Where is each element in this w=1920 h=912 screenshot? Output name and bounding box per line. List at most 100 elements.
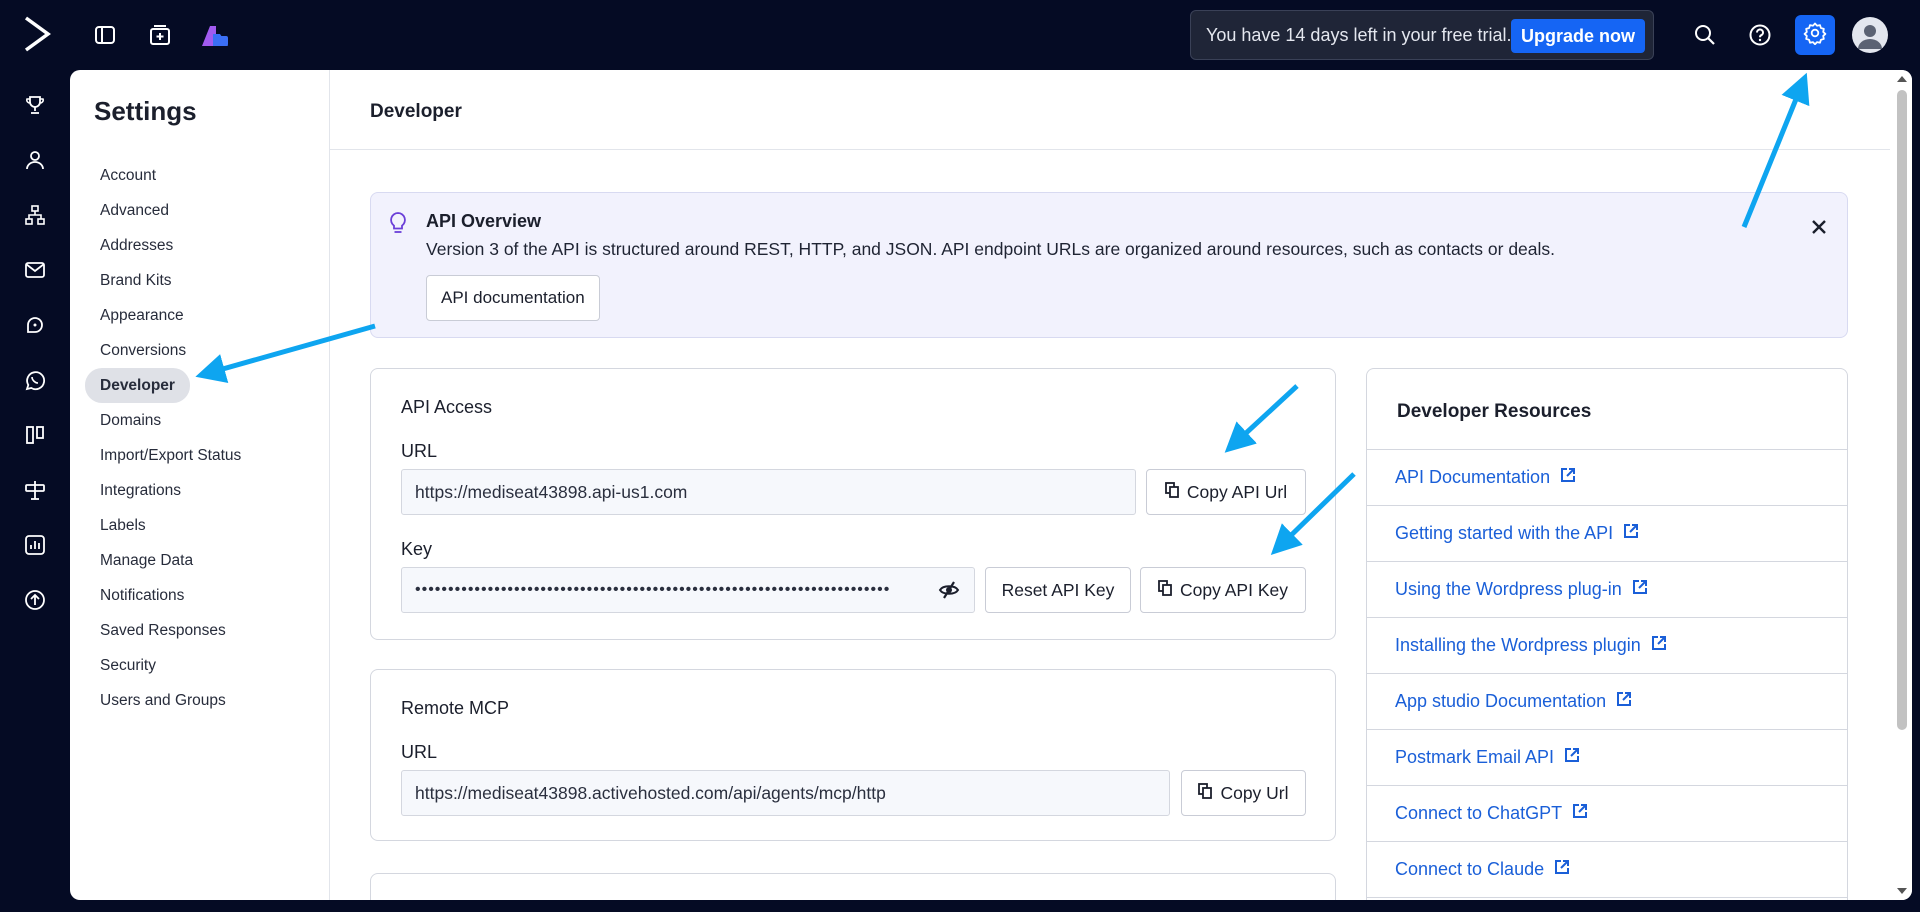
settings-panel: Settings Account Advanced Addresses Bran… — [70, 70, 1912, 900]
upgrade-arrow-icon[interactable] — [20, 585, 50, 615]
pipelines-icon[interactable] — [20, 420, 50, 450]
reports-icon[interactable] — [20, 530, 50, 560]
copy-api-key-label: Copy API Key — [1180, 579, 1288, 600]
list-item[interactable]: Connect to Claude — [1367, 842, 1847, 898]
resource-link[interactable]: App studio Documentation — [1395, 691, 1606, 712]
settings-title: Settings — [94, 96, 197, 126]
nav-item-saved-responses[interactable]: Saved Responses — [85, 613, 226, 648]
add-item-icon[interactable] — [145, 20, 175, 50]
remote-mcp-card: Remote MCP URL https://mediseat43898.act… — [370, 669, 1336, 841]
resource-link[interactable]: Getting started with the API — [1395, 523, 1613, 544]
contacts-icon[interactable] — [20, 145, 50, 175]
whatsapp-icon[interactable] — [20, 365, 50, 395]
api-overview-title: API Overview — [426, 211, 542, 231]
nav-item-account[interactable]: Account — [85, 158, 156, 193]
api-access-title: API Access — [401, 397, 493, 417]
external-link-icon — [1632, 579, 1648, 600]
top-bar: You have 14 days left in your free trial… — [0, 0, 1920, 70]
ai-assistant-icon[interactable] — [200, 20, 230, 50]
nav-item-integrations[interactable]: Integrations — [85, 473, 181, 508]
resource-link[interactable]: API Documentation — [1395, 467, 1550, 488]
resource-link[interactable]: Installing the Wordpress plugin — [1395, 635, 1641, 656]
mcp-url-field[interactable]: https://mediseat43898.activehosted.com/a… — [401, 770, 1170, 816]
site-tracking-icon[interactable] — [20, 475, 50, 505]
external-link-icon — [1616, 691, 1632, 712]
mcp-url-label: URL — [401, 742, 438, 762]
scrollbar-thumb[interactable] — [1897, 90, 1907, 730]
settings-gear-button[interactable] — [1795, 15, 1835, 55]
list-item[interactable]: API Documentation — [1367, 450, 1847, 506]
copy-api-url-button[interactable]: Copy API Url — [1146, 469, 1306, 515]
api-key-field[interactable]: ••••••••••••••••••••••••••••••••••••••••… — [401, 567, 975, 613]
developer-resources-card: Developer Resources API Documentation Ge… — [1366, 368, 1848, 900]
api-documentation-button[interactable]: API documentation — [426, 275, 600, 321]
list-item[interactable]: Installing the Wordpress plugin — [1367, 618, 1847, 674]
nav-item-addresses[interactable]: Addresses — [85, 228, 173, 263]
help-icon[interactable] — [1745, 20, 1775, 50]
copy-icon — [1158, 579, 1172, 601]
settings-nav-list: Account Advanced Addresses Brand Kits Ap… — [85, 158, 241, 718]
content-header: Developer — [330, 70, 1890, 150]
nav-item-domains[interactable]: Domains — [85, 403, 161, 438]
close-icon[interactable] — [1807, 215, 1831, 239]
copy-api-key-button[interactable]: Copy API Key — [1140, 567, 1306, 613]
nav-item-brand-kits[interactable]: Brand Kits — [85, 263, 172, 298]
nav-item-manage-data[interactable]: Manage Data — [85, 543, 193, 578]
gear-icon — [1803, 21, 1827, 50]
scroll-down-icon[interactable] — [1896, 886, 1908, 896]
resource-link[interactable]: Connect to Claude — [1395, 859, 1544, 880]
nav-item-labels[interactable]: Labels — [85, 508, 146, 543]
next-card — [370, 873, 1336, 900]
sidebar-toggle-icon[interactable] — [90, 20, 120, 50]
copy-mcp-url-button[interactable]: Copy Url — [1181, 770, 1306, 816]
nav-item-import-export-status[interactable]: Import/Export Status — [85, 438, 241, 473]
copy-api-url-label: Copy API Url — [1186, 481, 1288, 502]
email-campaigns-icon[interactable] — [20, 255, 50, 285]
resource-link[interactable]: Connect to ChatGPT — [1395, 803, 1562, 824]
resource-link[interactable]: Using the Wordpress plug-in — [1395, 579, 1622, 600]
developer-resources-title: Developer Resources — [1397, 401, 1592, 422]
avatar[interactable] — [1852, 17, 1888, 53]
trophy-icon[interactable] — [20, 90, 50, 120]
nav-item-conversions[interactable]: Conversions — [85, 333, 186, 368]
lightbulb-icon — [387, 211, 409, 240]
trial-banner: You have 14 days left in your free trial… — [1190, 10, 1654, 60]
resource-link[interactable]: Postmark Email API — [1395, 747, 1554, 768]
external-link-icon — [1554, 859, 1570, 880]
nav-item-advanced[interactable]: Advanced — [85, 193, 169, 228]
nav-item-appearance[interactable]: Appearance — [85, 298, 184, 333]
scrollbar[interactable] — [1892, 70, 1912, 900]
nav-item-developer[interactable]: Developer — [85, 368, 190, 403]
automations-icon[interactable] — [20, 200, 50, 230]
api-overview-description: Version 3 of the API is structured aroun… — [426, 239, 1556, 259]
external-link-icon — [1623, 523, 1639, 544]
api-access-card: API Access URL https://mediseat43898.api… — [370, 368, 1336, 640]
list-item[interactable]: Postmark Email API — [1367, 730, 1847, 786]
page-title: Developer — [370, 101, 462, 122]
api-key-masked-value: ••••••••••••••••••••••••••••••••••••••••… — [415, 581, 891, 598]
app-logo-icon[interactable] — [22, 14, 52, 54]
reset-api-key-button[interactable]: Reset API Key — [985, 567, 1131, 613]
nav-item-users-and-groups[interactable]: Users and Groups — [85, 683, 226, 718]
external-link-icon — [1560, 467, 1576, 488]
list-item[interactable]: App studio Documentation — [1367, 674, 1847, 730]
eye-slash-icon[interactable] — [938, 580, 960, 605]
copy-icon — [1198, 782, 1213, 804]
list-item[interactable]: Connect to ChatGPT — [1367, 786, 1847, 842]
upgrade-now-button[interactable]: Upgrade now — [1510, 19, 1645, 53]
nav-item-notifications[interactable]: Notifications — [85, 578, 184, 613]
api-url-label: URL — [401, 441, 438, 461]
search-icon[interactable] — [1690, 20, 1720, 50]
api-url-field[interactable]: https://mediseat43898.api-us1.com — [401, 469, 1136, 515]
list-item[interactable]: Getting started with the API — [1367, 506, 1847, 562]
conversations-icon[interactable] — [20, 310, 50, 340]
settings-sidebar: Settings Account Advanced Addresses Bran… — [70, 70, 330, 900]
developer-resources-list: API Documentation Getting started with t… — [1367, 449, 1847, 898]
list-item[interactable]: Using the Wordpress plug-in — [1367, 562, 1847, 618]
nav-item-security[interactable]: Security — [85, 648, 156, 683]
scroll-up-icon[interactable] — [1896, 74, 1908, 84]
external-link-icon — [1651, 635, 1667, 656]
api-overview-banner: API Overview Version 3 of the API is str… — [370, 192, 1848, 338]
external-link-icon — [1564, 747, 1580, 768]
external-link-icon — [1572, 803, 1588, 824]
